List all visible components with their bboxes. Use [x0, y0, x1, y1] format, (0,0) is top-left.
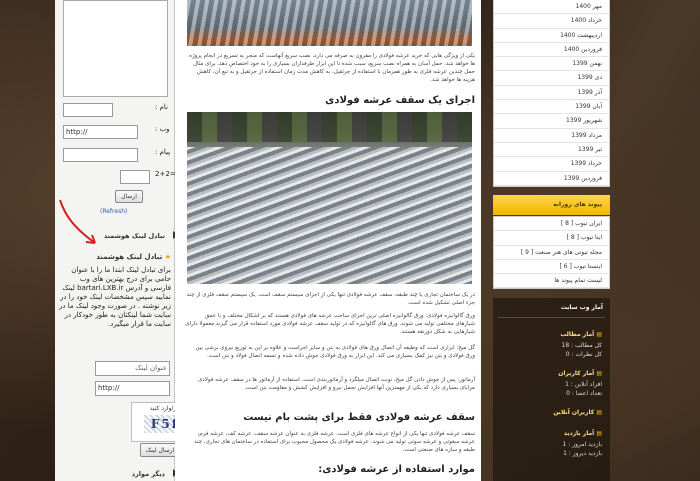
archive-item[interactable]: تیر 1399	[494, 143, 609, 158]
main-content: یکی از ویژگی هایی که خرید عرشه فولادی را…	[175, 0, 481, 481]
online-count: افراد آنلاین : 1	[565, 381, 602, 388]
send-link-button[interactable]: ارسال لینک	[140, 443, 180, 457]
site-stats-panel: آمار وب سایت ▤ آمار مطالب کل مطالب : 18 …	[493, 298, 610, 481]
comment-textarea[interactable]	[63, 0, 168, 97]
archive-item[interactable]: مرداد 1399	[494, 129, 609, 143]
today-visits: بازدید امروز : 1	[562, 441, 602, 448]
yesterday-visits: بازدید دیروز : 1	[563, 450, 602, 457]
online-users-header: ▤ کاربران آنلاین	[493, 406, 610, 419]
online-icon: ▤	[596, 409, 602, 416]
message-row: : پیام	[63, 148, 170, 162]
star-icon: ★	[164, 253, 171, 261]
more-items-header[interactable]: دیگر موارد	[55, 466, 178, 481]
chart-icon: ▤	[596, 331, 602, 338]
archive-item[interactable]: خرداد 1399	[494, 157, 609, 172]
archive-item[interactable]: دی 1399	[494, 71, 609, 86]
web-input[interactable]: http://	[63, 125, 138, 139]
visits-stats-title: آمار بازدید	[563, 430, 595, 437]
name-row: : نام	[63, 103, 168, 117]
users-stats-header: ▤ آمار کاربران	[493, 367, 610, 380]
daily-links-header: پیوند های روزانه	[493, 195, 610, 215]
steel-deck-photo-1	[187, 0, 472, 46]
posts-stats-header: ▤ آمار مطالب	[493, 328, 610, 341]
posts-stats-title: آمار مطالب	[560, 331, 595, 338]
rebar-paragraph: آرماتور: پس از جوش دادن گل میخ، نوبت اتص…	[197, 377, 475, 391]
members-count: تعداد اعضا : 0	[566, 390, 602, 397]
archive-list: مهر 1400 خرداد 1400 اردیبهشت 1400 فروردین 1…	[493, 0, 610, 187]
archive-item[interactable]: آذر 1399	[494, 86, 609, 101]
all-posts: کل مطالب : 18	[561, 342, 602, 349]
more-items-title: دیگر موارد	[131, 470, 165, 478]
archive-item[interactable]: مهر 1400	[494, 0, 609, 15]
web-row: http:// : وب	[63, 125, 170, 139]
galvanized-sheet-paragraph: ورق گالوانیزه فولادی: ورق گالوانیزه اصلی…	[185, 313, 475, 335]
users-icon: ▤	[596, 370, 602, 377]
users-stats-title: آمار کاربران	[558, 370, 595, 377]
stud-paragraph: گل میخ: ابزاری است که وظیفه آن اتصال ورق…	[195, 345, 475, 359]
link-title-input[interactable]: عنوان لینک	[95, 361, 170, 376]
name-input[interactable]	[63, 103, 113, 117]
captcha-row: 2+2=	[63, 170, 176, 184]
heading-not-only-roof: سقف عرشه فولادی فقط برای پشت بام نیست	[243, 412, 475, 423]
daily-link-item[interactable]: اینستا تیوب [ 6 ]	[494, 260, 609, 275]
right-sidebar: مهر 1400 خرداد 1400 اردیبهشت 1400 فروردین 1…	[485, 0, 610, 481]
archive-item[interactable]: بهمن 1399	[494, 57, 609, 72]
archive-item[interactable]: فروردین 1399	[494, 172, 609, 186]
steel-deck-photo-2	[187, 112, 472, 284]
daily-link-item[interactable]: ایران تیوب [ 8 ]	[494, 217, 609, 232]
message-input[interactable]	[63, 148, 138, 162]
deck-types-paragraph: سقف عرشه فولادی تنها یکی از انواع عرشه ه…	[194, 431, 475, 453]
archive-item[interactable]: فروردین 1400	[494, 43, 609, 58]
intro-paragraph: یکی از ویژگی هایی که خرید عرشه فولادی را…	[189, 53, 475, 83]
visits-icon: ▤	[596, 430, 602, 437]
archive-item[interactable]: خرداد 1400	[494, 14, 609, 29]
online-users-title: کاربران آنلاین	[553, 409, 595, 416]
daily-link-item[interactable]: ایتا تیوب [ 8 ]	[494, 231, 609, 246]
captcha-input[interactable]	[120, 170, 150, 184]
daily-link-item[interactable]: لیست تمام پیوند ها	[494, 274, 609, 289]
heading-uses: موارد استفاده از عرشه فولادی:	[318, 464, 475, 475]
all-comments: کل نظرات : 0	[565, 351, 602, 358]
visits-stats-header: ▤ آمار بازدید	[493, 427, 610, 440]
submit-comment-button[interactable]: ارسال	[115, 190, 143, 203]
daily-links-title: پیوند های روزانه	[553, 201, 602, 208]
system-paragraph: در یک ساختمان تجاری یا چند طبقه، سقف عرش…	[186, 292, 475, 306]
archive-item[interactable]: آبان 1399	[494, 100, 609, 115]
daily-links-list: ایران تیوب [ 8 ] ایتا تیوب [ 8 ] مجله تیوت…	[493, 216, 610, 290]
archive-item[interactable]: شهریور 1399	[494, 114, 609, 129]
heading-steel-deck-execution: اجرای یک سقف عرشه فولادی	[325, 95, 475, 106]
archive-item[interactable]: اردیبهشت 1400	[494, 29, 609, 43]
daily-link-item[interactable]: مجله تیوتی های هنر صنعت [ 9 ]	[494, 246, 609, 260]
smart-link-text: برای تبادل لینک ابتدا ما را با عنوان حام…	[59, 266, 171, 328]
link-url-input[interactable]: http://	[95, 381, 170, 396]
annotation-arrow-icon	[59, 199, 96, 244]
site-stats-title: آمار وب سایت	[560, 304, 603, 311]
